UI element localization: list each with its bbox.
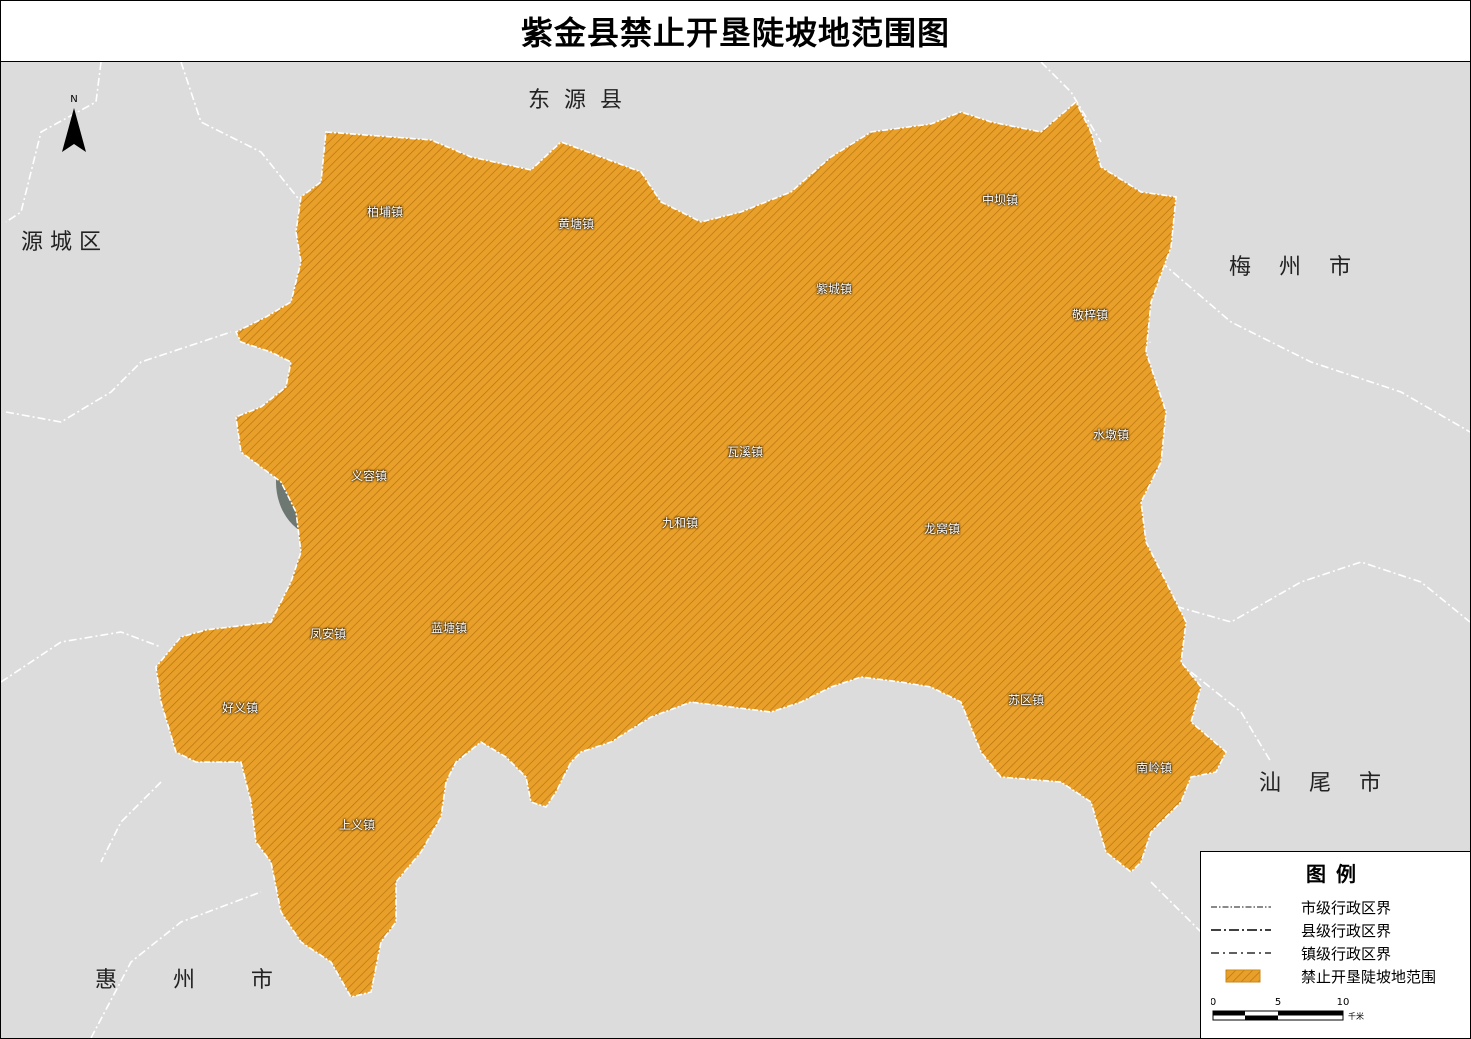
town-label: 瓦溪镇 [727, 445, 764, 459]
town-label: 苏区镇 [1008, 693, 1045, 707]
county-boundary-symbol [1211, 923, 1271, 937]
map-area[interactable]: 东 源 县 源 城 区 梅 州 市 汕 尾 市 惠 州 市 柏埔镇 黄塘镇 中坝… [1, 62, 1470, 1038]
map-frame: 紫金县禁止开垦陡坡地范围图 东 源 县 源 城 区 梅 州 市 汕 尾 市 惠 … [0, 0, 1471, 1039]
scale-tick: 10 [1337, 997, 1350, 1008]
map-title: 紫金县禁止开垦陡坡地范围图 [520, 14, 950, 52]
scale-bar: 0 5 10 千米 [1210, 994, 1461, 1030]
legend-item-town-boundary: 镇级行政区界 [1211, 942, 1470, 964]
town-boundary-symbol [1211, 946, 1271, 960]
town-label: 九和镇 [662, 516, 699, 530]
town-label: 中坝镇 [982, 193, 1019, 207]
north-arrow-icon: N [57, 92, 91, 156]
legend-label: 县级行政区界 [1301, 921, 1392, 940]
neighbor-north-label: 东 源 县 [528, 88, 622, 113]
city-boundary-symbol [1211, 900, 1271, 914]
town-label: 蓝塘镇 [431, 621, 468, 635]
legend-item-city-boundary: 市级行政区界 [1211, 896, 1470, 918]
neighbor-west-label: 源 城 区 [21, 230, 101, 255]
legend-label: 市级行政区界 [1301, 898, 1392, 917]
town-label: 好义镇 [222, 701, 259, 715]
legend-title: 图例 [1306, 862, 1366, 886]
town-label: 龙窝镇 [924, 522, 961, 536]
scale-tick: 0 [1211, 997, 1216, 1008]
legend-item-county-boundary: 县级行政区界 [1211, 919, 1470, 941]
title-bar: 紫金县禁止开垦陡坡地范围图 [1, 1, 1470, 62]
neighbor-southwest-label: 惠 州 市 [95, 968, 273, 993]
town-label: 南岭镇 [1136, 761, 1173, 775]
legend-label: 禁止开垦陡坡地范围 [1301, 967, 1437, 986]
legend-item-hatch-fill: 禁止开垦陡坡地范围 [1211, 965, 1470, 987]
scale-tick: 5 [1275, 997, 1281, 1008]
town-label: 黄塘镇 [558, 217, 595, 231]
town-label: 柏埔镇 [367, 205, 404, 219]
town-label: 义容镇 [351, 469, 388, 483]
scale-unit: 千米 [1348, 1011, 1364, 1021]
town-label: 凤安镇 [310, 627, 347, 641]
legend-panel: 图例 市级行政区界 县级行政区界 镇级行政区界 禁止开垦陡坡地范围 0 5 10… [1200, 851, 1470, 1038]
town-label: 水墩镇 [1093, 428, 1130, 442]
north-letter: N [70, 94, 77, 105]
hatch-fill-symbol [1211, 969, 1271, 983]
town-label: 紫城镇 [816, 282, 853, 296]
town-label: 上义镇 [339, 818, 376, 832]
town-label: 敬梓镇 [1072, 308, 1109, 322]
neighbor-east-label: 梅 州 市 [1229, 255, 1351, 280]
legend-label: 镇级行政区界 [1301, 944, 1392, 963]
neighbor-southeast-label: 汕 尾 市 [1259, 771, 1381, 796]
